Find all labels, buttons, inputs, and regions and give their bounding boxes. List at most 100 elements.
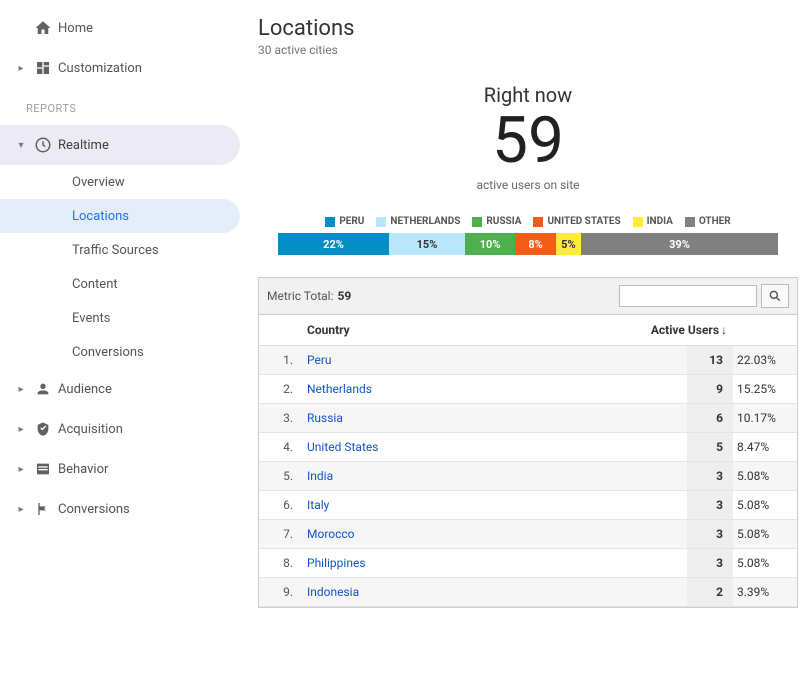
page-title: Locations (258, 16, 798, 41)
table-search-button[interactable] (761, 284, 789, 308)
sort-down-icon: ↓ (721, 323, 727, 337)
table-row: 8.Philippines35.08% (259, 549, 797, 578)
row-index: 4. (259, 440, 303, 454)
country-percentage-bar: 22%15%10%8%5%39% (278, 233, 778, 255)
row-users: 3 (687, 520, 733, 548)
nav-behavior[interactable]: ▸Behavior (0, 449, 248, 489)
bar-segment: 22% (278, 233, 389, 255)
nav-label: Audience (58, 382, 112, 397)
nav-label: Realtime (58, 138, 109, 153)
legend-item: PERU (325, 216, 364, 227)
nav-audience[interactable]: ▸Audience (0, 369, 248, 409)
sidebar-sub-item[interactable]: Traffic Sources (0, 233, 248, 267)
nav-customization[interactable]: ▸ Customization (0, 48, 248, 88)
row-users: 6 (687, 404, 733, 432)
table-search-input[interactable] (619, 285, 757, 307)
chevron-right-icon: ▸ (14, 63, 28, 74)
sidebar-sub-item[interactable]: Content (0, 267, 248, 301)
person-icon (28, 381, 58, 397)
chevron-down-icon: ▾ (14, 140, 28, 151)
country-link[interactable]: Russia (303, 411, 687, 425)
bar-segment: 15% (389, 233, 465, 255)
row-index: 8. (259, 556, 303, 570)
row-index: 1. (259, 353, 303, 367)
row-pct: 10.17% (733, 411, 797, 425)
row-pct: 5.08% (733, 469, 797, 483)
row-pct: 22.03% (733, 353, 797, 367)
row-index: 6. (259, 498, 303, 512)
legend-item: OTHER (685, 216, 731, 227)
main-content: Locations 30 active cities Right now 59 … (248, 0, 808, 689)
sidebar-sub-item[interactable]: Overview (0, 165, 248, 199)
nav-label: Conversions (58, 502, 130, 517)
country-link[interactable]: Indonesia (303, 585, 687, 599)
col-country[interactable]: Country (303, 315, 633, 345)
country-link[interactable]: Philippines (303, 556, 687, 570)
behavior-icon (28, 461, 58, 477)
row-pct: 5.08% (733, 498, 797, 512)
country-legend: PERU NETHERLANDS RUSSIA UNITED STATES INDIA O… (278, 216, 778, 227)
table-row: 7.Morocco35.08% (259, 520, 797, 549)
nav-acquisition[interactable]: ▸ Acquisition (0, 409, 248, 449)
acq-icon (28, 421, 58, 437)
sidebar-sub-item[interactable]: Locations (0, 199, 240, 233)
row-pct: 8.47% (733, 440, 797, 454)
nav-realtime[interactable]: ▾ Realtime (0, 125, 240, 165)
bar-segment: 5% (556, 233, 581, 255)
row-index: 5. (259, 469, 303, 483)
active-users-count: 59 (258, 107, 798, 174)
country-link[interactable]: Peru (303, 353, 687, 367)
clock-icon (28, 136, 58, 154)
home-icon (28, 19, 58, 37)
metric-total-value: 59 (337, 289, 351, 303)
chevron-right-icon: ▸ (14, 504, 28, 515)
row-users: 3 (687, 462, 733, 490)
realtime-summary: Right now 59 active users on site (258, 75, 798, 210)
row-users: 9 (687, 375, 733, 403)
row-pct: 15.25% (733, 382, 797, 396)
metric-total-label: Metric Total: (267, 289, 333, 303)
sidebar-sub-item[interactable]: Events (0, 301, 248, 335)
row-index: 3. (259, 411, 303, 425)
country-link[interactable]: India (303, 469, 687, 483)
col-active-users[interactable]: Active Users ↓ (633, 315, 733, 345)
row-users: 2 (687, 578, 733, 606)
row-index: 9. (259, 585, 303, 599)
legend-item: INDIA (633, 216, 673, 227)
sidebar: Home ▸ Customization REPORTS ▾ Realtime … (0, 0, 248, 689)
page-subtitle: 30 active cities (258, 43, 798, 57)
bar-segment: 8% (515, 233, 555, 255)
table-row: 3.Russia610.17% (259, 404, 797, 433)
legend-item: UNITED STATES (533, 216, 620, 227)
chevron-right-icon: ▸ (14, 424, 28, 435)
legend-item: NETHERLANDS (376, 216, 460, 227)
table-row: 5.India35.08% (259, 462, 797, 491)
flag-icon (28, 501, 58, 517)
chevron-right-icon: ▸ (14, 464, 28, 475)
table-row: 1.Peru1322.03% (259, 346, 797, 375)
row-pct: 5.08% (733, 527, 797, 541)
country-link[interactable]: Morocco (303, 527, 687, 541)
table-row: 9.Indonesia23.39% (259, 578, 797, 607)
bar-segment: 10% (465, 233, 516, 255)
nav-home[interactable]: Home (0, 8, 248, 48)
active-users-label: active users on site (258, 178, 798, 192)
table-toolbar: Metric Total: 59 (259, 278, 797, 315)
bar-segment: 39% (581, 233, 778, 255)
row-users: 5 (687, 433, 733, 461)
nav-label: Acquisition (58, 422, 123, 437)
nav-label: Customization (58, 61, 142, 76)
table-row: 2.Netherlands915.25% (259, 375, 797, 404)
table-row: 4.United States58.47% (259, 433, 797, 462)
legend-item: RUSSIA (472, 216, 521, 227)
nav-conversions[interactable]: ▸ Conversions (0, 489, 248, 529)
country-link[interactable]: Italy (303, 498, 687, 512)
country-link[interactable]: United States (303, 440, 687, 454)
sidebar-sub-item[interactable]: Conversions (0, 335, 248, 369)
nav-label: Home (58, 21, 93, 36)
row-index: 7. (259, 527, 303, 541)
row-users: 3 (687, 491, 733, 519)
country-link[interactable]: Netherlands (303, 382, 687, 396)
table-header: Country Active Users ↓ (259, 315, 797, 346)
row-users: 13 (687, 346, 733, 374)
